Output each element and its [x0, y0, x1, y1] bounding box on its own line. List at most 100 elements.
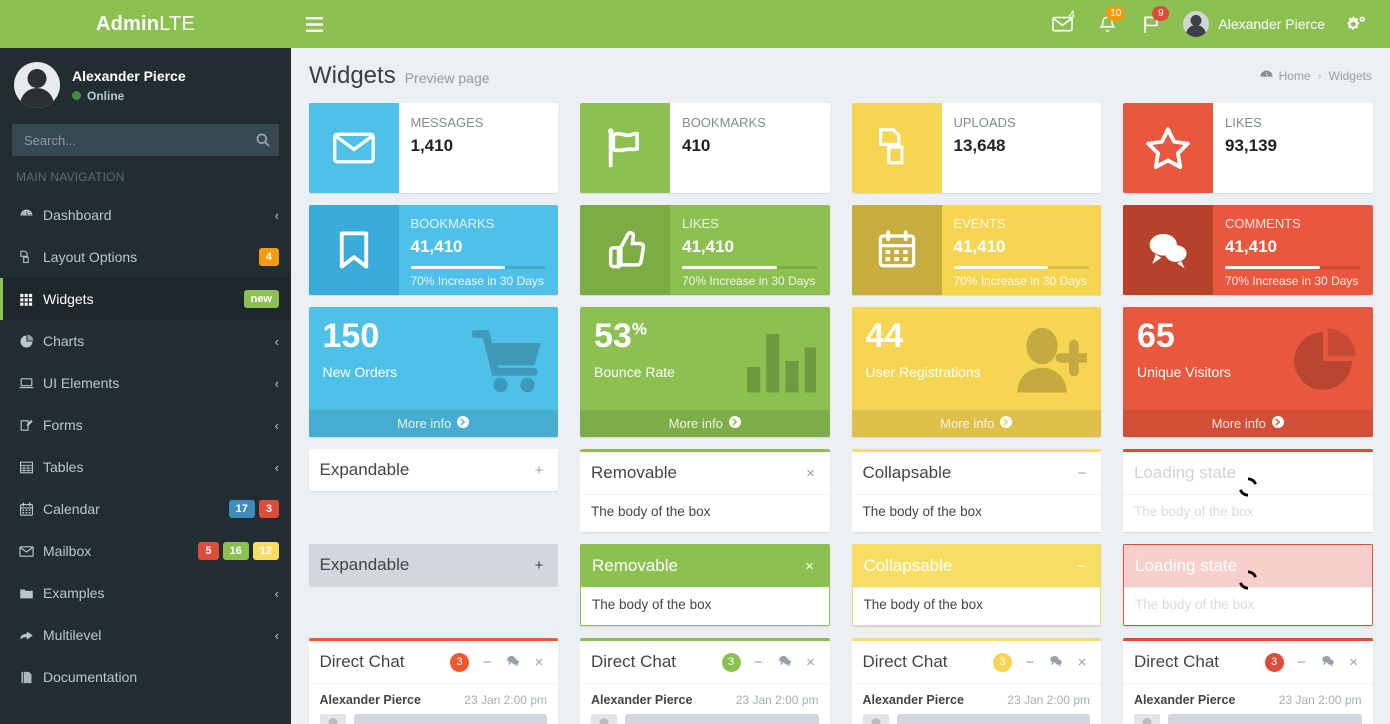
comments-icon[interactable]: [777, 655, 793, 670]
small-box[interactable]: 150 New Orders More info: [308, 307, 558, 437]
flag-icon: [580, 103, 670, 193]
navbar-user-menu[interactable]: Alexander Pierce: [1173, 0, 1337, 48]
dashboard-icon: [1260, 70, 1273, 81]
search-icon[interactable]: [247, 124, 279, 156]
comments-icon[interactable]: [1320, 655, 1336, 670]
info-box-title: LIKES: [682, 216, 719, 231]
minus-icon[interactable]: −: [751, 655, 767, 670]
info-box-content: LIKES 93,139: [1213, 103, 1373, 193]
minus-icon[interactable]: −: [1022, 655, 1038, 670]
plus-icon[interactable]: +: [531, 463, 547, 478]
times-icon[interactable]: ×: [803, 655, 819, 670]
control-sidebar-toggle[interactable]: [1337, 0, 1382, 48]
sidebar-user-status: Online: [72, 89, 186, 103]
info-box-content: UPLOADS 13,648: [942, 103, 1102, 193]
navbar-messages-button[interactable]: 4: [1039, 0, 1086, 48]
minus-icon[interactable]: −: [1294, 655, 1310, 670]
info-box-title: EVENTS: [953, 216, 1006, 231]
sidebar-item-mailbox[interactable]: Mailbox 5 16 12: [0, 530, 291, 572]
sidebar-item-layout-options[interactable]: Layout Options 4: [0, 236, 291, 278]
sidebar-user-panel[interactable]: Alexander Pierce Online: [0, 48, 291, 122]
direct-chat-time: 23 Jan 2:00 pm: [464, 693, 547, 707]
small-box-footer[interactable]: More info: [580, 410, 830, 437]
search-input[interactable]: [12, 124, 279, 156]
small-box[interactable]: 53% Bounce Rate More info: [580, 307, 830, 437]
info-box-solid[interactable]: BOOKMARKS 41,410 70% Increase in 30 Days: [308, 205, 558, 295]
chat-unread-badge: 3: [450, 652, 469, 672]
top-navbar: 4 10 9 Alexander Pierce: [291, 0, 1390, 48]
small-box[interactable]: 65 Unique Visitors More info: [1123, 307, 1373, 437]
info-box-solid[interactable]: EVENTS 41,410 70% Increase in 30 Days: [851, 205, 1101, 295]
sidebar-item-label: UI Elements: [43, 375, 120, 391]
small-box-row: 150 New Orders More info 53% Bounce Rate…: [298, 307, 1384, 449]
info-box-title: BOOKMARKS: [410, 216, 495, 231]
times-icon[interactable]: ×: [1074, 655, 1090, 670]
navbar-notifications-button[interactable]: 10: [1086, 0, 1129, 48]
thumbs-up-icon: [580, 205, 670, 295]
small-box-footer[interactable]: More info: [1123, 410, 1373, 437]
small-box-footer[interactable]: More info: [308, 410, 558, 437]
small-box-text: New Orders: [322, 363, 398, 380]
sidebar-toggle-button[interactable]: [291, 0, 337, 48]
app-logo[interactable]: Admin LTE: [0, 0, 291, 48]
minus-icon[interactable]: −: [479, 655, 495, 670]
direct-chat-body: Alexander Pierce 23 Jan 2:00 pm: [308, 683, 558, 724]
comments-icon[interactable]: [1048, 655, 1064, 670]
small-box-footer[interactable]: More info: [851, 410, 1101, 437]
sidebar-item-calendar[interactable]: Calendar 17 3: [0, 488, 291, 530]
sidebar-item-multilevel[interactable]: Multilevel ‹: [0, 614, 291, 656]
times-icon[interactable]: ×: [531, 655, 547, 670]
small-box[interactable]: 44 User Registrations More info: [851, 307, 1101, 437]
box-title: Collapsable: [862, 463, 952, 482]
sidebar-item-documentation[interactable]: Documentation: [0, 656, 291, 698]
comments-icon[interactable]: [505, 655, 521, 670]
info-box-number: 1,410: [410, 136, 454, 155]
plus-icon[interactable]: +: [531, 558, 547, 573]
navbar-tasks-button[interactable]: 9: [1129, 0, 1173, 48]
online-dot-icon: [72, 91, 81, 100]
info-box-title: UPLOADS: [953, 115, 1016, 130]
sidebar-item-tables[interactable]: Tables ‹: [0, 446, 291, 488]
info-box[interactable]: BOOKMARKS 410: [580, 103, 830, 193]
direct-chat-time: 23 Jan 2:00 pm: [1007, 693, 1090, 707]
laptop-icon: [19, 376, 43, 391]
sidebar-item-examples[interactable]: Examples ‹: [0, 572, 291, 614]
direct-chat-time: 23 Jan 2:00 pm: [735, 693, 819, 707]
sidebar-item-charts[interactable]: Charts ‹: [0, 320, 291, 362]
navbar-user-name: Alexander Pierce: [1218, 16, 1325, 32]
info-box-solid[interactable]: LIKES 41,410 70% Increase in 30 Days: [580, 205, 830, 295]
small-box-footer-label: More info: [668, 416, 723, 431]
sidebar-item-dashboard[interactable]: Dashboard ‹: [0, 194, 291, 236]
sidebar-item-ui-elements[interactable]: UI Elements ‹: [0, 362, 291, 404]
info-box-solid[interactable]: COMMENTS 41,410 70% Increase in 30 Days: [1123, 205, 1373, 295]
times-icon[interactable]: ×: [1346, 655, 1362, 670]
chat-unread-badge: 3: [1264, 652, 1284, 672]
breadcrumb-current: Widgets: [1328, 68, 1372, 83]
box-tools: 3 − ×: [450, 652, 547, 672]
breadcrumb-home[interactable]: Home: [1279, 69, 1311, 83]
info-box-title: COMMENTS: [1225, 216, 1301, 231]
direct-chat-col: Direct Chat 3 − × Alexander Pierce 23 Ja…: [569, 638, 841, 724]
sidebar-user-status-label: Online: [87, 88, 125, 103]
info-box[interactable]: LIKES 93,139: [1123, 103, 1373, 193]
minus-icon[interactable]: −: [1073, 559, 1089, 574]
direct-chat-time: 23 Jan 2:00 pm: [1278, 693, 1362, 707]
box-header: Direct Chat 3 − ×: [580, 641, 830, 683]
info-box-solid-row: BOOKMARKS 41,410 70% Increase in 30 Days…: [298, 205, 1384, 307]
sidebar-badge: 4: [258, 248, 279, 266]
progress-bar: [410, 266, 546, 269]
info-box[interactable]: UPLOADS 13,648: [851, 103, 1102, 193]
minus-icon[interactable]: −: [1074, 466, 1090, 481]
avatar: [591, 714, 617, 724]
chevron-left-icon: ‹: [274, 417, 279, 433]
info-box-number: 41,410: [682, 237, 734, 256]
box-tools: +: [531, 463, 547, 478]
info-box-col: UPLOADS 13,648: [841, 103, 1113, 205]
direct-chat-box: Direct Chat 3 − × Alexander Pierce 23 Ja…: [580, 638, 830, 724]
sidebar-item-widgets[interactable]: Widgets new: [0, 278, 291, 320]
times-icon[interactable]: ×: [802, 559, 818, 574]
info-box[interactable]: MESSAGES 1,410: [308, 103, 558, 193]
logo-light: LTE: [159, 12, 195, 35]
sidebar-item-forms[interactable]: Forms ‹: [0, 404, 291, 446]
times-icon[interactable]: ×: [803, 466, 819, 481]
